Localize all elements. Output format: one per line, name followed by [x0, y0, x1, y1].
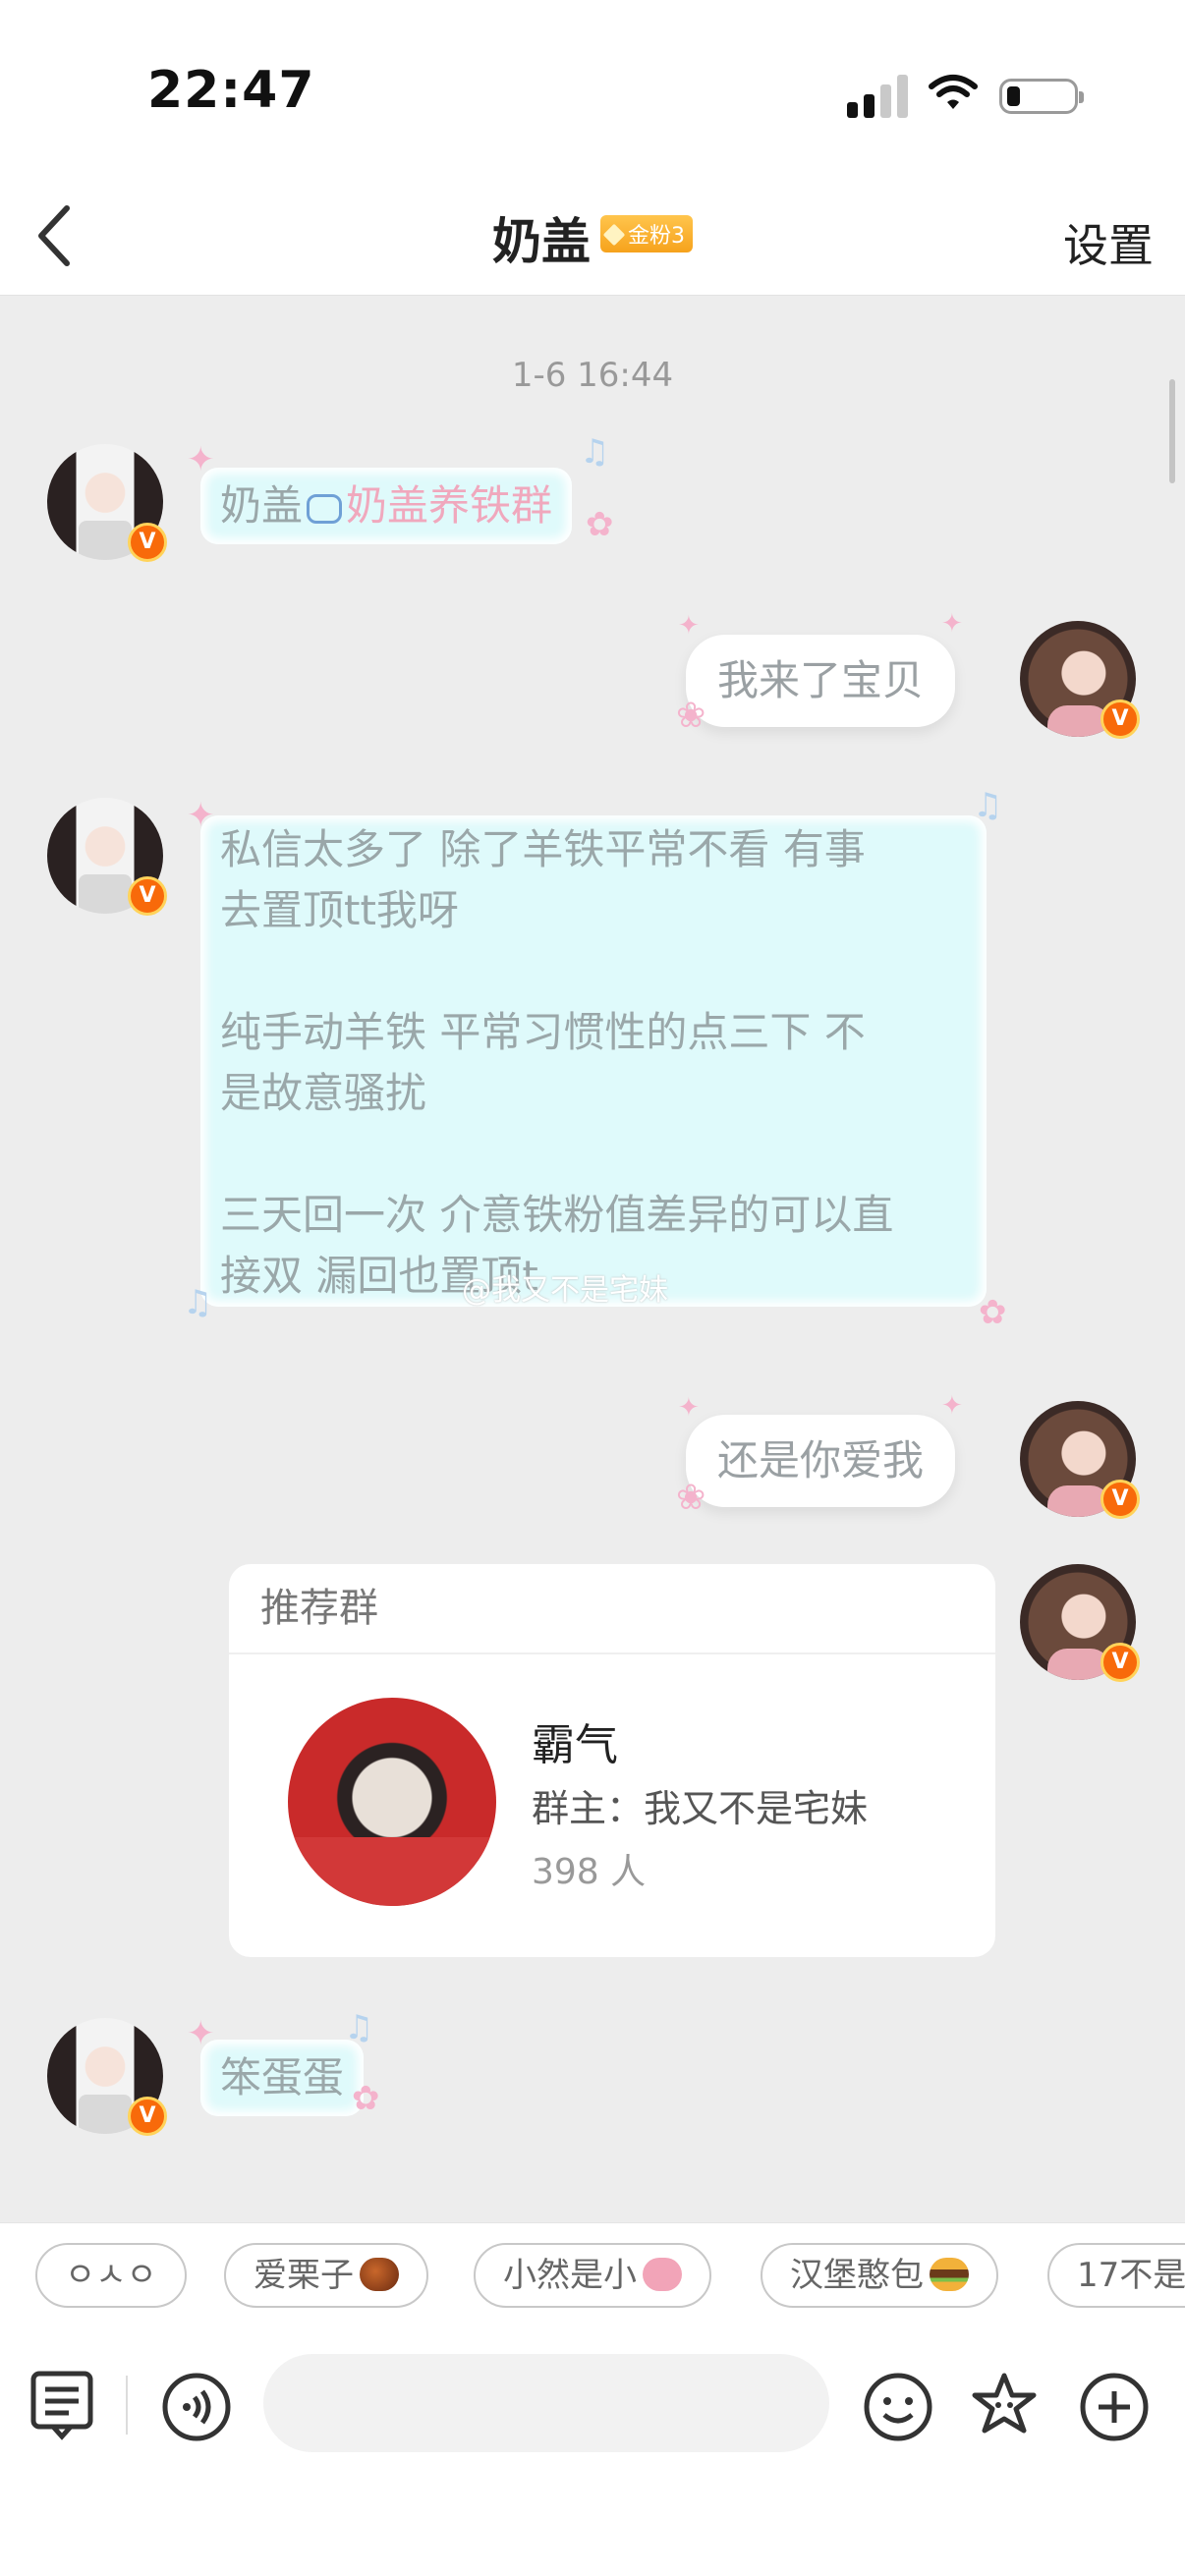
star-decoration-icon: ✦	[187, 2014, 215, 2053]
card-header: 推荐群	[229, 1564, 995, 1654]
menu-keyboard-icon[interactable]	[29, 2370, 94, 2442]
fan-level-label: 金粉3	[628, 224, 685, 249]
shell-decoration-icon: ✿	[979, 1293, 1007, 1332]
message-bubble-long[interactable]: 私信太多了 除了羊铁平常不看 有事 去置顶tt我呀 纯手动羊铁 平常习惯性的点三…	[200, 815, 987, 1307]
shell-decoration-icon: ✿	[352, 2079, 380, 2118]
verified-badge: V	[1100, 1480, 1140, 1519]
quick-reply-chip[interactable]: 17不是	[1047, 2243, 1185, 2308]
message-sender-name: 奶盖	[220, 481, 304, 530]
music-note-icon: ♫	[344, 2008, 374, 2047]
message-bubble[interactable]: 笨蛋蛋	[200, 2040, 365, 2116]
battery-icon	[999, 79, 1084, 114]
message-line-blank	[220, 1124, 967, 1185]
star-decoration-icon: ✦	[678, 1393, 700, 1423]
watermark: @我又不是宅妹	[462, 1273, 668, 1308]
contact-avatar[interactable]: V	[47, 444, 167, 562]
contact-avatar[interactable]: V	[47, 798, 167, 916]
burger-emoji-icon	[930, 2257, 969, 2291]
message-line: 是故意骚扰	[220, 1069, 427, 1117]
shell-decoration-icon: ✿	[586, 505, 614, 544]
input-divider	[126, 2376, 128, 2435]
message-bubble[interactable]: 还是你爱我	[686, 1415, 956, 1507]
nav-bar: 奶盖 金粉3 设置	[0, 177, 1185, 296]
my-avatar[interactable]: V	[1020, 621, 1140, 739]
group-link[interactable]: 奶盖养铁群	[346, 481, 552, 530]
my-avatar[interactable]: V	[1020, 1401, 1140, 1519]
wifi-icon	[929, 75, 978, 109]
music-note-icon: ♫	[973, 786, 1003, 825]
pig-emoji-icon	[643, 2257, 682, 2291]
chip-label: 汉堡憨包	[790, 2256, 924, 2295]
music-note-icon: ♫	[183, 1283, 213, 1322]
contact-avatar[interactable]: V	[47, 2018, 167, 2136]
paw-decoration-icon: ❀	[676, 1478, 706, 1518]
verified-badge: V	[128, 523, 167, 562]
quick-reply-chip[interactable]: 爱栗子	[224, 2243, 428, 2308]
message-bubble-group-link[interactable]: 奶盖 奶盖养铁群	[200, 468, 573, 544]
verified-badge: V	[128, 2097, 167, 2136]
star-decoration-icon: ✦	[941, 609, 963, 639]
group-member-count: 398 人	[532, 1852, 647, 1892]
voice-icon[interactable]	[161, 2372, 232, 2442]
scrollbar[interactable]	[1169, 379, 1175, 483]
star-decoration-icon: ✦	[187, 796, 215, 835]
message-line: 私信太多了 除了羊铁平常不看 有事	[220, 825, 866, 873]
gem-icon	[602, 223, 626, 247]
emoji-icon[interactable]	[863, 2372, 933, 2442]
music-note-icon: ♫	[580, 432, 610, 472]
group-owner: 群主：我又不是宅妹	[532, 1787, 869, 1830]
sticker-icon[interactable]	[967, 2370, 1042, 2444]
group-avatar	[288, 1698, 496, 1906]
paw-decoration-icon: ❀	[676, 696, 706, 736]
star-decoration-icon: ✦	[678, 611, 700, 641]
verified-badge: V	[1100, 700, 1140, 739]
message-timestamp: 1-6 16:44	[511, 356, 674, 395]
message-bubble[interactable]: 我来了宝贝	[686, 635, 956, 727]
message-line: 纯手动羊铁 平常习惯性的点三下 不	[220, 1008, 866, 1056]
quick-reply-chip[interactable]: ㅇㅅㅇ	[35, 2243, 187, 2308]
message-line: 三天回一次 介意铁粉值差异的可以直	[220, 1191, 894, 1239]
fan-level-badge: 金粉3	[600, 215, 693, 252]
star-decoration-icon: ✦	[187, 440, 215, 479]
quick-reply-chip[interactable]: 小然是小	[474, 2243, 711, 2308]
chip-label: 17不是	[1077, 2256, 1185, 2295]
my-avatar[interactable]: V	[1020, 1564, 1140, 1682]
input-bar	[0, 2330, 1185, 2576]
settings-button[interactable]: 设置	[1063, 210, 1154, 275]
recommended-group-card[interactable]: 推荐群 霸气 群主：我又不是宅妹 398 人	[229, 1564, 995, 1957]
quick-reply-chip[interactable]: 汉堡憨包	[761, 2243, 998, 2308]
group-name: 霸气	[532, 1720, 618, 1770]
chip-label: 爱栗子	[254, 2256, 354, 2295]
message-line: 去置顶tt我呀	[220, 886, 459, 934]
plus-icon[interactable]	[1079, 2372, 1150, 2442]
status-bar: 22:47	[0, 0, 1185, 177]
verified-badge: V	[1100, 1643, 1140, 1682]
message-input[interactable]	[263, 2354, 829, 2452]
chip-label: 小然是小	[503, 2256, 637, 2295]
star-decoration-icon: ✦	[941, 1391, 963, 1421]
message-line-blank	[220, 941, 967, 1002]
verified-badge: V	[128, 876, 167, 916]
signal-icon	[847, 75, 910, 118]
chat-title: 奶盖	[492, 213, 591, 270]
group-icon	[307, 493, 343, 524]
quick-reply-bar: ㅇㅅㅇ 爱栗子 小然是小 汉堡憨包 17不是	[0, 2222, 1185, 2331]
chip-label: ㅇㅅㅇ	[65, 2256, 157, 2295]
chestnut-emoji-icon	[360, 2257, 399, 2291]
status-time: 22:47	[147, 61, 315, 120]
